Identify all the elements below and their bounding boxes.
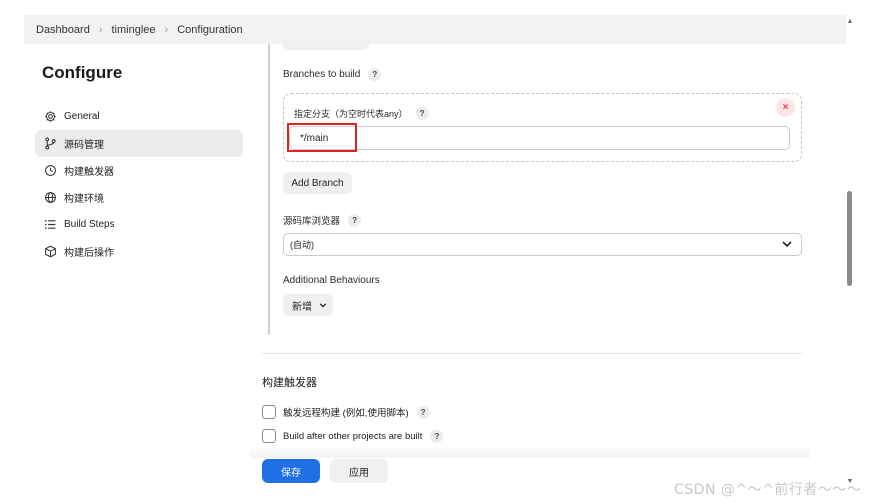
package-icon	[43, 245, 57, 259]
sidebar-item-label: 构建环境	[64, 194, 104, 205]
add-behaviour-label: 新增	[292, 301, 312, 313]
breadcrumb-configuration[interactable]: Configuration	[177, 24, 242, 36]
triggers-heading: 构建触发器	[262, 377, 317, 389]
clock-icon	[43, 164, 57, 178]
sidebar-item-post-build[interactable]: 构建后操作	[35, 238, 243, 265]
page-title: Configure	[42, 63, 123, 82]
breadcrumb-separator: ›	[98, 23, 103, 36]
add-behaviour-button[interactable]: 新增	[283, 294, 333, 316]
previous-button-stub[interactable]	[283, 40, 369, 50]
globe-icon	[43, 191, 57, 205]
sidebar-item-build-steps[interactable]: Build Steps	[35, 211, 243, 238]
add-branch-button[interactable]: Add Branch	[283, 172, 352, 194]
breadcrumb-separator: ›	[164, 23, 169, 36]
repo-browser-text: 源码库浏览器	[283, 216, 341, 227]
repo-browser-select[interactable]: (自动)	[283, 233, 802, 256]
list-icon	[43, 218, 57, 232]
trigger-option-remote[interactable]: 触发远程构建 (例如,使用脚本) ?	[262, 405, 430, 419]
section-divider	[262, 353, 802, 354]
repo-browser-value: (自动)	[290, 240, 314, 250]
breadcrumb: Dashboard › timinglee › Configuration	[24, 15, 846, 44]
chevron-down-icon	[319, 301, 327, 309]
close-icon[interactable]: ×	[776, 98, 795, 117]
sidebar-item-label: 构建触发器	[64, 167, 114, 178]
branch-specifier-input[interactable]: */main	[289, 126, 790, 150]
remote-trigger-checkbox[interactable]	[262, 405, 276, 419]
breadcrumb-project[interactable]: timinglee	[112, 24, 156, 36]
highlight-annotation	[287, 123, 357, 152]
branch-specifier-text: 指定分支（为空时代表any）	[294, 109, 408, 119]
save-button[interactable]: 保存	[262, 459, 320, 483]
branch-specifier-label: 指定分支（为空时代表any） ?	[294, 107, 429, 120]
build-after-checkbox[interactable]	[262, 429, 276, 443]
sidebar-item-label: Build Steps	[64, 219, 115, 230]
help-icon[interactable]: ?	[415, 107, 429, 120]
bottom-bar-fade	[250, 446, 810, 458]
additional-behaviours-label: Additional Behaviours	[283, 275, 380, 286]
sidebar-item-label: 源码管理	[64, 140, 104, 151]
sidebar-item-scm[interactable]: 源码管理	[35, 130, 243, 157]
apply-button[interactable]: 应用	[330, 459, 388, 483]
sidebar-item-triggers[interactable]: 构建触发器	[35, 157, 243, 184]
repo-browser-label: 源码库浏览器 ?	[283, 213, 362, 227]
sidebar-item-general[interactable]: General	[35, 103, 243, 130]
branches-to-build-label: Branches to build ?	[283, 68, 382, 81]
help-icon[interactable]: ?	[348, 213, 362, 227]
help-icon[interactable]: ?	[430, 429, 444, 443]
watermark: CSDN @^～^前行者～～～	[674, 482, 862, 498]
trigger-option-label: 触发远程构建 (例如,使用脚本)	[283, 408, 409, 419]
breadcrumb-dashboard[interactable]: Dashboard	[36, 24, 90, 36]
help-icon[interactable]: ?	[416, 405, 430, 419]
help-icon[interactable]: ?	[368, 68, 382, 81]
scrollbar-thumb[interactable]	[847, 191, 852, 286]
scroll-up-icon[interactable]: ▲	[846, 18, 854, 26]
sidebar-item-label: 构建后操作	[64, 248, 114, 259]
trigger-option-after-other[interactable]: Build after other projects are built ?	[262, 429, 444, 443]
chevron-down-icon	[781, 238, 793, 250]
trigger-option-label: Build after other projects are built	[283, 430, 423, 442]
branch-icon	[43, 137, 57, 151]
branches-label-text: Branches to build	[283, 69, 361, 80]
sidebar-item-environment[interactable]: 构建环境	[35, 184, 243, 211]
additional-behaviours-text: Additional Behaviours	[283, 275, 380, 286]
gear-icon	[43, 110, 57, 124]
sidebar: General 源码管理 构建触发器 构建环境 Build Steps 构建后操…	[35, 103, 243, 265]
sidebar-item-label: General	[64, 111, 100, 122]
section-rail	[268, 44, 270, 335]
